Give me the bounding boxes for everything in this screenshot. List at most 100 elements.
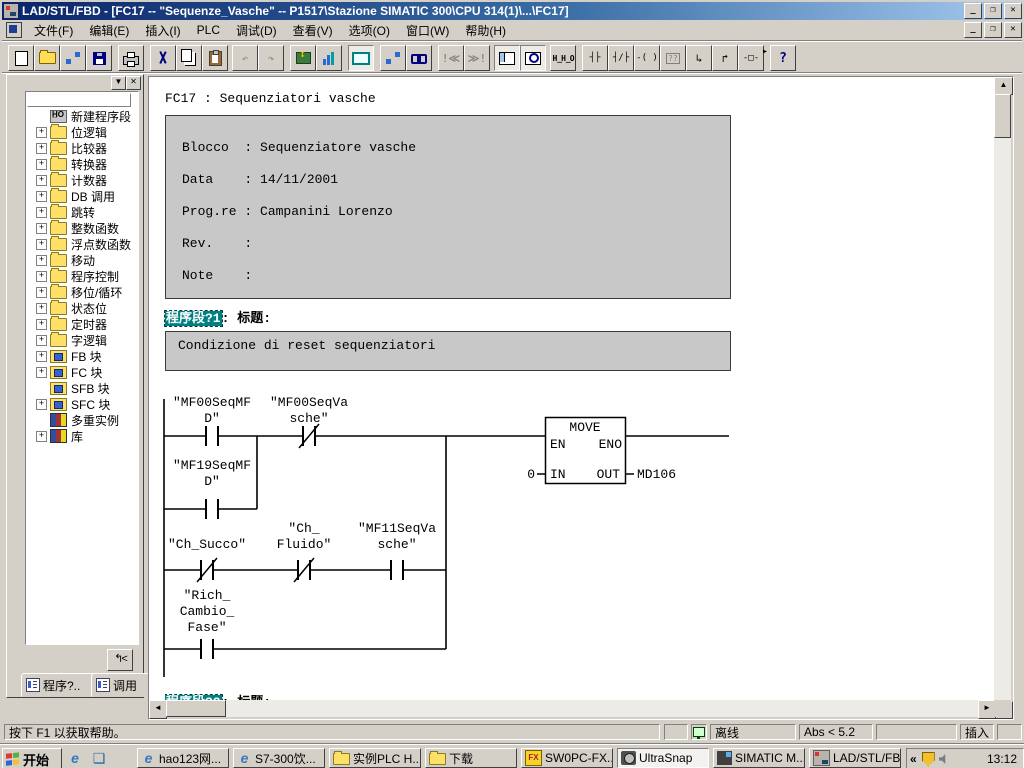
- mdi-document-icon[interactable]: [6, 22, 22, 38]
- child-minimize-button[interactable]: [964, 22, 982, 38]
- expand-icon[interactable]: [36, 223, 47, 234]
- copy-button[interactable]: [176, 45, 202, 71]
- close-branch-button[interactable]: ↱: [712, 45, 738, 71]
- expand-icon[interactable]: [36, 159, 47, 170]
- network-comment-box[interactable]: Condizione di reset sequenziatori: [165, 331, 731, 371]
- contact-no-mf11seqvasche[interactable]: [391, 560, 403, 580]
- cut-button[interactable]: [150, 45, 176, 71]
- open-button[interactable]: [34, 45, 60, 71]
- coil-button[interactable]: -( ): [634, 45, 660, 71]
- child-close-button[interactable]: [1004, 22, 1022, 38]
- tab-program-elements[interactable]: 程序?..: [21, 673, 97, 697]
- panel-close-button[interactable]: [126, 76, 141, 90]
- vertical-scrollbar[interactable]: [994, 77, 1011, 717]
- network-badge[interactable]: 程序段?1: [165, 311, 222, 326]
- expand-icon[interactable]: [36, 239, 47, 250]
- contact-nc-ch-fluido[interactable]: [294, 558, 314, 582]
- task-ultrasnap[interactable]: UltraSnap: [617, 748, 709, 768]
- task-s7-300[interactable]: eS7-300饮...: [233, 748, 325, 768]
- tree-item-move[interactable]: 移动: [28, 252, 138, 268]
- network-title-label[interactable]: : 标题:: [222, 311, 271, 326]
- tree-item-sfc-blocks[interactable]: SFC 块: [28, 396, 138, 412]
- tab-call-structure[interactable]: 调用: [91, 673, 151, 697]
- task-downloads-folder[interactable]: 下载: [425, 748, 517, 768]
- expand-icon[interactable]: [36, 351, 47, 362]
- next-error-button[interactable]: ≫!: [464, 45, 490, 71]
- help-button[interactable]: ?: [770, 45, 796, 71]
- expand-icon[interactable]: [36, 399, 47, 410]
- tree-item-new-network[interactable]: 新建程序段: [28, 108, 138, 124]
- task-swopc-fx[interactable]: FXSW0PC-FX...: [521, 748, 613, 768]
- tree-item-jump[interactable]: 跳转: [28, 204, 138, 220]
- contact-no-mf19seqmfd[interactable]: [206, 499, 218, 519]
- print-button[interactable]: [118, 45, 144, 71]
- child-restore-button[interactable]: [984, 22, 1002, 38]
- expand-icon[interactable]: [36, 255, 47, 266]
- tree-item-counter[interactable]: 计数器: [28, 172, 138, 188]
- menu-plc[interactable]: PLC: [189, 21, 228, 39]
- menu-file[interactable]: 文件(F): [26, 20, 81, 41]
- save-button[interactable]: [86, 45, 112, 71]
- tree-item-library[interactable]: 库: [28, 428, 138, 444]
- security-shield-icon[interactable]: [922, 752, 935, 767]
- expand-icon[interactable]: [36, 207, 47, 218]
- panel-dropdown-button[interactable]: [111, 76, 126, 90]
- expand-icon[interactable]: [36, 367, 47, 378]
- contact-nc-mf00seqvasche[interactable]: [299, 424, 319, 448]
- tree-item-timers[interactable]: 定时器: [28, 316, 138, 332]
- menu-options[interactable]: 选项(O): [341, 20, 398, 41]
- expand-icon[interactable]: [36, 287, 47, 298]
- tree-item-word-logic[interactable]: 字逻辑: [28, 332, 138, 348]
- expand-icon[interactable]: [36, 191, 47, 202]
- tree-item-float-math[interactable]: 浮点数函数: [28, 236, 138, 252]
- close-button[interactable]: [1004, 3, 1022, 19]
- tree-item-db-call[interactable]: DB 调用: [28, 188, 138, 204]
- menu-view[interactable]: 查看(V): [285, 20, 341, 41]
- contact-no-mf00seqmfd[interactable]: [206, 426, 218, 446]
- tree-item-shift-rotate[interactable]: 移位/循环: [28, 284, 138, 300]
- move-block[interactable]: MOVE EN ENO IN OUT 0 MD106: [527, 418, 676, 484]
- menu-help[interactable]: 帮助(H): [457, 20, 514, 41]
- tree-item-multi-instance[interactable]: 多重实例: [28, 412, 138, 428]
- new-button[interactable]: [8, 45, 34, 71]
- tray-chevron[interactable]: «: [907, 752, 920, 766]
- tree-item-bit-logic[interactable]: 位逻辑: [28, 124, 138, 140]
- block-comment-box[interactable]: Blocco : Sequenziatore vasche Data : 14/…: [165, 115, 731, 299]
- overview-toggle-button[interactable]: [494, 45, 520, 71]
- menu-window[interactable]: 窗口(W): [398, 20, 457, 41]
- move-out-operand[interactable]: MD106: [637, 467, 676, 482]
- expand-icon[interactable]: [36, 127, 47, 138]
- connector-button[interactable]: -□-: [738, 45, 764, 71]
- connections-button[interactable]: [380, 45, 406, 71]
- task-plc-folder[interactable]: 实例PLC H...: [329, 748, 421, 768]
- new-network-button[interactable]: [550, 45, 576, 71]
- tree-item-comparator[interactable]: 比较器: [28, 140, 138, 156]
- tree-item-program-control[interactable]: 程序控制: [28, 268, 138, 284]
- minimize-button[interactable]: [964, 3, 982, 19]
- task-hao123[interactable]: ehao123网...: [137, 748, 229, 768]
- editor-canvas[interactable]: FC17 : Sequenziatori vasche Blocco : Seq…: [149, 77, 994, 700]
- contact-nc-ch-succo[interactable]: [197, 558, 217, 582]
- vertical-scroll-thumb[interactable]: [994, 94, 1011, 138]
- tree-item-status-bits[interactable]: 状态位: [28, 300, 138, 316]
- paste-button[interactable]: [202, 45, 228, 71]
- quick-launch-desktop-icon[interactable]: ❏: [90, 749, 108, 767]
- block-title[interactable]: FC17 : Sequenziatori vasche: [165, 91, 376, 106]
- start-button[interactable]: 开始: [2, 748, 62, 768]
- menu-insert[interactable]: 插入(I): [137, 20, 188, 41]
- horizontal-scrollbar[interactable]: [149, 700, 994, 717]
- menu-edit[interactable]: 编辑(E): [81, 20, 137, 41]
- download-button[interactable]: [290, 45, 316, 71]
- contact-nc-button[interactable]: ┤/├: [608, 45, 634, 71]
- expand-icon[interactable]: [36, 175, 47, 186]
- expand-icon[interactable]: [36, 319, 47, 330]
- expand-icon[interactable]: [36, 143, 47, 154]
- online-partner-button[interactable]: [60, 45, 86, 71]
- volume-icon[interactable]: [939, 754, 950, 765]
- monitor-on-off-button[interactable]: [406, 45, 432, 71]
- task-simatic-manager[interactable]: SIMATIC M...: [713, 748, 805, 768]
- open-branch-button[interactable]: ↳: [686, 45, 712, 71]
- expand-icon[interactable]: [36, 271, 47, 282]
- tree-item-fb-blocks[interactable]: FB 块: [28, 348, 138, 364]
- monitor-variables-button[interactable]: [316, 45, 342, 71]
